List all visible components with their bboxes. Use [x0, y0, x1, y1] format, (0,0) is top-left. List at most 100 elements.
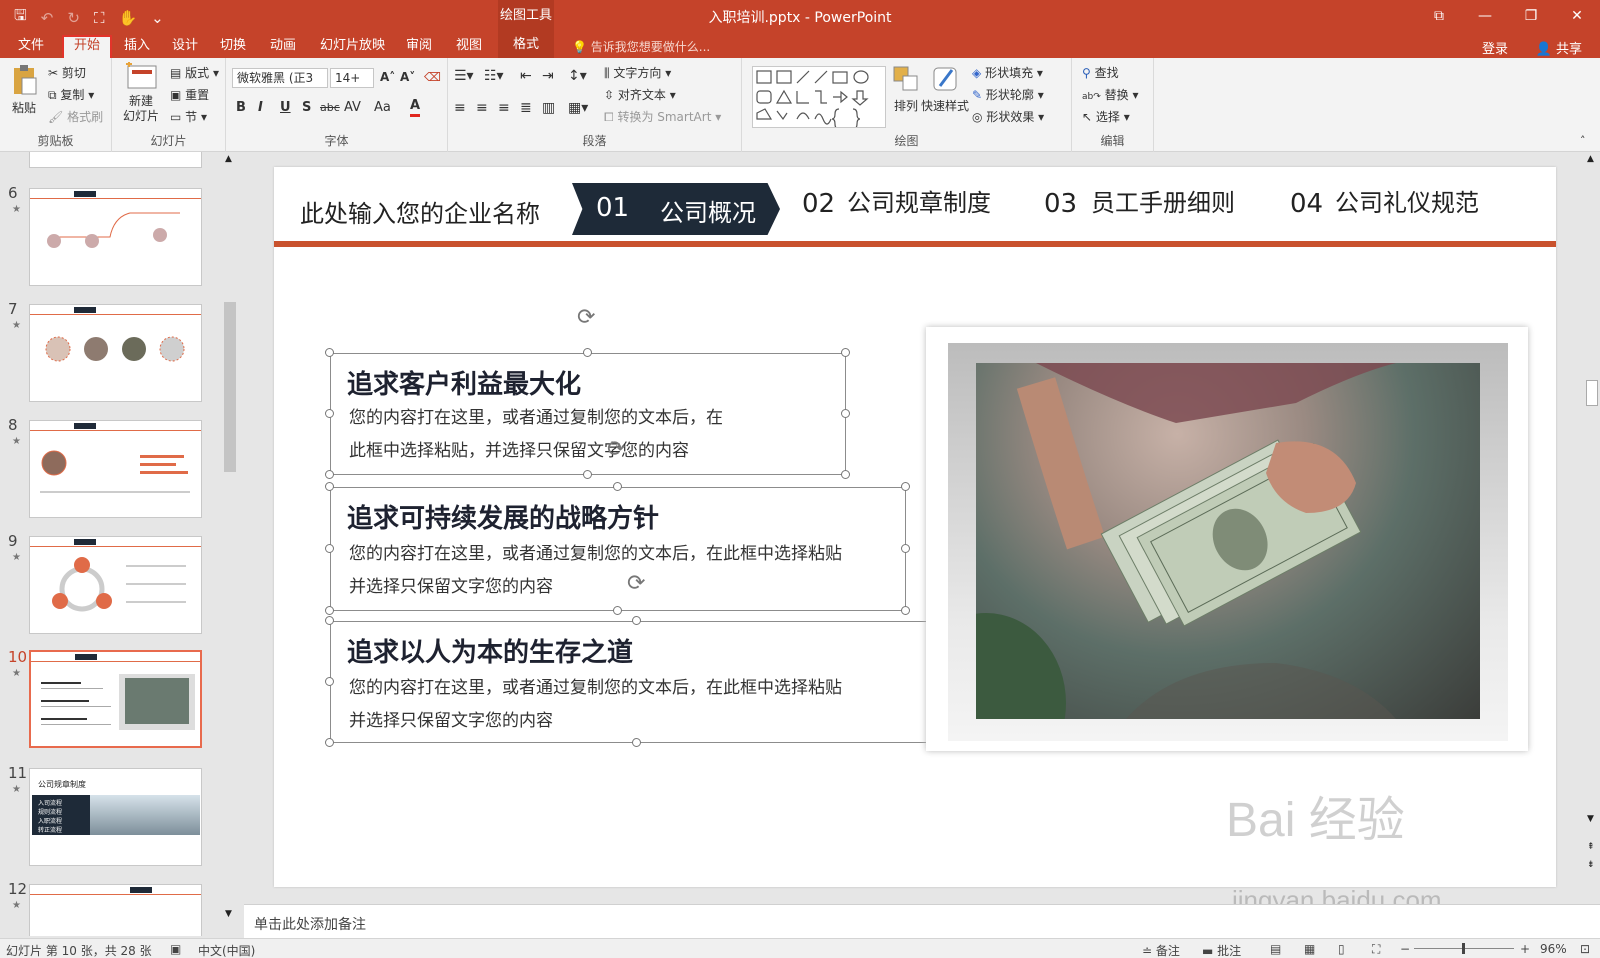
nav-item-active[interactable]: 01 公司概况 [572, 183, 780, 235]
resize-handle[interactable] [632, 616, 641, 625]
resize-handle[interactable] [583, 470, 592, 479]
tab-slideshow[interactable]: 幻灯片放映 [310, 35, 395, 58]
resize-handle[interactable] [841, 348, 850, 357]
resize-handle[interactable] [613, 606, 622, 615]
undo-icon[interactable]: ↶ [41, 9, 54, 27]
fit-to-window-icon[interactable]: ⊡ [1580, 942, 1590, 956]
text-direction-button[interactable]: ⫼ 文字方向 ▾ [604, 64, 671, 81]
resize-handle[interactable] [901, 482, 910, 491]
close-icon[interactable]: ✕ [1554, 0, 1600, 32]
resize-handle[interactable] [325, 544, 334, 553]
distributed-icon[interactable]: ▥ [542, 100, 555, 116]
shrink-font-icon[interactable]: A˅ [400, 70, 415, 84]
tell-me-box[interactable]: 💡 告诉我您想要做什么... [572, 38, 710, 55]
ribbon-display-icon[interactable]: ⧉ [1416, 0, 1462, 32]
bold-button[interactable]: B [236, 100, 246, 115]
cut-button[interactable]: ✂ 剪切 [48, 64, 86, 81]
resize-handle[interactable] [841, 470, 850, 479]
quick-styles-button[interactable]: 快速样式 [920, 64, 970, 114]
resize-handle[interactable] [613, 482, 622, 491]
text-shadow-button[interactable]: S [302, 100, 311, 115]
minimize-icon[interactable]: — [1462, 0, 1508, 32]
grow-font-icon[interactable]: A˄ [380, 70, 395, 84]
replace-button[interactable]: ab↷ 替换 ▾ [1082, 86, 1138, 103]
slide-thumbnail-5-partial[interactable] [29, 152, 202, 168]
shape-effects-button[interactable]: ◎ 形状效果 ▾ [972, 108, 1044, 125]
select-button[interactable]: ↖ 选择 ▾ [1082, 108, 1130, 125]
resize-handle[interactable] [841, 409, 850, 418]
nav-number[interactable]: 02 [802, 189, 835, 219]
spell-check-icon[interactable]: ▣ [170, 942, 181, 956]
share-button[interactable]: 👤 共享 [1536, 38, 1582, 57]
redo-icon[interactable]: ↻ [67, 9, 80, 27]
slide-thumbnail-12[interactable] [29, 884, 202, 936]
slide-scrollbar[interactable]: ▲ ▼ ⇞ ⇟ [1584, 152, 1600, 887]
font-color-button[interactable]: A [410, 98, 421, 117]
copy-button[interactable]: ⧉ 复制 ▾ [48, 86, 94, 103]
numbering-icon[interactable]: ☷▾ [484, 68, 504, 84]
tab-view[interactable]: 视图 [446, 35, 492, 58]
sign-in-link[interactable]: 登录 [1482, 38, 1508, 57]
tab-transitions[interactable]: 切换 [210, 35, 256, 58]
shape-outline-button[interactable]: ✎ 形状轮廓 ▾ [972, 86, 1044, 103]
notes-toggle[interactable]: ≐ 备注 [1142, 942, 1180, 958]
money-photo[interactable] [976, 363, 1480, 719]
align-text-button[interactable]: ⇳ 对齐文本 ▾ [604, 86, 676, 103]
justify-icon[interactable]: ≣ [520, 100, 532, 116]
slide-thumbnail-10[interactable] [29, 650, 202, 748]
reset-button[interactable]: ▣ 重置 [170, 86, 209, 103]
resize-handle[interactable] [325, 616, 334, 625]
increase-indent-icon[interactable]: ⇥ [542, 68, 554, 84]
tab-insert[interactable]: 插入 [114, 35, 160, 58]
font-name-combo[interactable]: 微软雅黑 (正3 [232, 68, 328, 88]
nav-label[interactable]: 公司礼仪规范 [1332, 189, 1482, 218]
tab-format[interactable]: 格式 [498, 32, 554, 58]
resize-handle[interactable] [325, 606, 334, 615]
scroll-up-icon[interactable]: ▲ [1587, 154, 1594, 164]
resize-handle[interactable] [632, 738, 641, 747]
normal-view-icon[interactable]: ▤ [1270, 942, 1281, 956]
scroll-down-icon[interactable]: ▼ [1587, 814, 1594, 824]
resize-handle[interactable] [325, 348, 334, 357]
slide-thumbnail-8[interactable] [29, 420, 202, 518]
zoom-in-icon[interactable]: + [1520, 942, 1530, 956]
slide-thumbnail-11[interactable]: 公司规章制度 入司流程 规则流程 入职流程 转正流程 [29, 768, 202, 866]
text-box-1[interactable]: 追求客户利益最大化 您的内容打在这里，或者通过复制您的文本后，在 此框中选择粘贴… [330, 353, 846, 475]
restore-icon[interactable]: ❐ [1508, 0, 1554, 32]
tab-home[interactable]: 开始 [62, 35, 113, 58]
touch-mode-icon[interactable]: ✋ [118, 9, 137, 27]
notes-pane[interactable]: 单击此处添加备注 [244, 904, 1600, 938]
rotate-handle-icon[interactable]: ⟳ [607, 437, 625, 462]
paste-button[interactable]: 粘贴 [6, 64, 42, 116]
arrange-button[interactable]: 排列 [888, 64, 924, 114]
new-slide-button[interactable]: 新建 幻灯片 [116, 61, 166, 124]
clear-format-icon[interactable]: ⌫ [424, 70, 441, 84]
convert-smartart-button[interactable]: ⧠ 转换为 SmartArt ▾ [604, 108, 721, 125]
tab-design[interactable]: 设计 [162, 35, 208, 58]
slide-thumbnail-9[interactable] [29, 536, 202, 634]
zoom-level[interactable]: 96% [1540, 942, 1567, 956]
nav-label[interactable]: 公司规章制度 [844, 189, 994, 218]
thumbnail-scrollbar[interactable]: ▲ ▼ [222, 152, 238, 937]
resize-handle[interactable] [901, 606, 910, 615]
rotate-handle-icon[interactable]: ⟳ [627, 571, 645, 596]
picture-frame[interactable] [926, 327, 1528, 751]
layout-button[interactable]: ▤ 版式 ▾ [170, 64, 219, 81]
resize-handle[interactable] [325, 738, 334, 747]
italic-button[interactable]: I [258, 100, 263, 115]
resize-handle[interactable] [325, 677, 334, 686]
shapes-gallery[interactable] [752, 66, 886, 130]
save-icon[interactable]: 🖫 [14, 5, 27, 30]
rotate-handle-icon[interactable]: ⟳ [577, 305, 595, 330]
align-right-icon[interactable]: ≡ [498, 100, 510, 116]
thumbnail-scroll-thumb[interactable] [224, 302, 236, 472]
comments-toggle[interactable]: ▬ 批注 [1202, 942, 1241, 958]
line-spacing-icon[interactable]: ↕▾ [568, 68, 587, 84]
tab-animations[interactable]: 动画 [260, 35, 306, 58]
zoom-out-icon[interactable]: − [1400, 942, 1410, 956]
resize-handle[interactable] [325, 470, 334, 479]
slide-thumbnail-6[interactable] [29, 188, 202, 286]
zoom-slider-thumb[interactable] [1462, 943, 1465, 954]
nav-number[interactable]: 03 [1044, 189, 1077, 219]
slide-sorter-icon[interactable]: ▦ [1304, 942, 1315, 956]
